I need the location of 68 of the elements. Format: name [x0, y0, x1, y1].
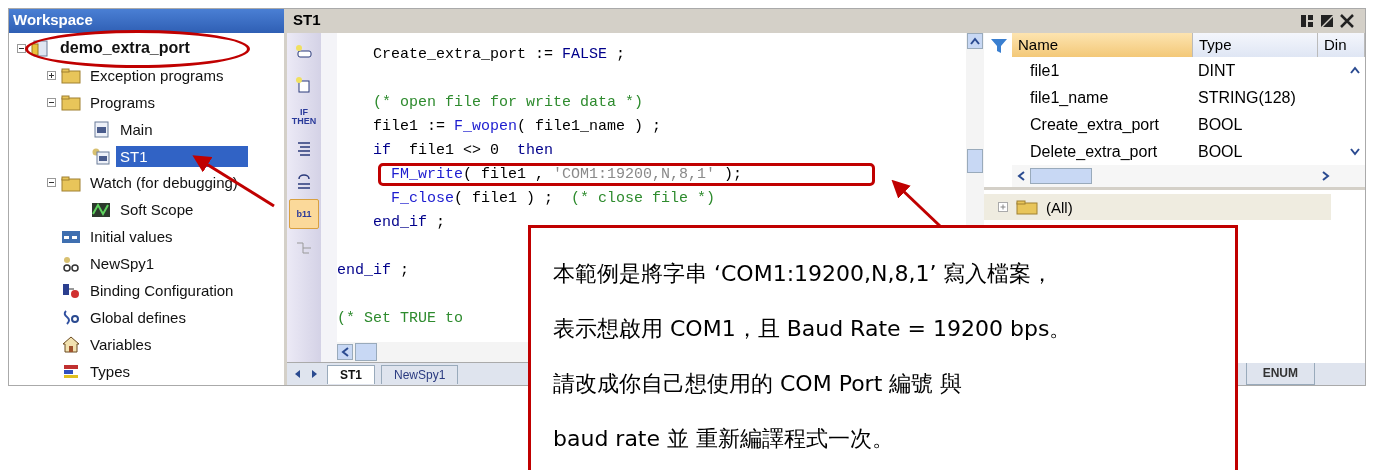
tree-item[interactable]: Programs [86, 91, 160, 113]
expander-icon[interactable] [47, 97, 56, 107]
column-header[interactable]: Name [1012, 33, 1193, 57]
item-icon [61, 254, 81, 273]
item-icon [61, 362, 81, 381]
tree-item[interactable]: Exception programs [86, 64, 228, 86]
scroll-right-icon[interactable] [1321, 170, 1331, 182]
tree-item[interactable]: demo_extra_port [56, 37, 194, 60]
item-icon [61, 281, 81, 300]
editor-tab[interactable]: NewSpy1 [381, 364, 459, 384]
table-cell-text: Create_extra_port [1029, 115, 1160, 134]
scroll-down-icon[interactable] [1349, 147, 1361, 157]
table-cell-text: file1_name [1029, 88, 1110, 107]
wave-icon [91, 200, 111, 219]
scroll-up-icon[interactable] [967, 33, 983, 49]
code-line: end_if ; [336, 260, 411, 281]
item-icon [91, 147, 111, 165]
tree-item[interactable]: Binding Configuration [86, 279, 238, 301]
editor-tab[interactable]: ST1 [327, 364, 375, 384]
expander-icon[interactable] [47, 70, 56, 80]
code-line: (* Set TRUE to [336, 308, 465, 329]
tree-item[interactable]: Watch (for debugging) [86, 172, 242, 194]
tree-item[interactable]: Main [116, 118, 157, 140]
toolbar-button[interactable]: b11 [289, 199, 319, 229]
toolbar-button[interactable]: IF THEN [290, 103, 318, 131]
item-icon [31, 39, 51, 58]
scroll-left-icon[interactable] [337, 344, 353, 360]
code-line: Create_extra_port := FALSE ; [372, 44, 627, 65]
item-icon [91, 120, 111, 139]
tree-item[interactable]: Initial values [86, 226, 177, 248]
tree-item[interactable]: Types [86, 360, 135, 382]
table-cell-text: BOOL [1197, 142, 1243, 161]
table-cell-text: Delete_extra_port [1029, 142, 1159, 161]
column-header[interactable]: Type [1193, 33, 1318, 57]
item-icon [61, 308, 81, 327]
folder-icon [61, 173, 81, 192]
code-line: if file1 <> 0 then [372, 140, 555, 161]
filter-icon[interactable] [990, 37, 1008, 55]
folder-icon [61, 66, 81, 85]
tree-item[interactable]: Variables [86, 333, 156, 355]
code-line: (* open file for write data *) [372, 92, 645, 113]
table-cell-text: file1 [1029, 61, 1061, 80]
group-label[interactable]: (All) [1046, 198, 1073, 216]
editor-title: ST1 [287, 9, 984, 33]
code-line: end_if ; [372, 212, 447, 233]
table-cell-text: DINT [1197, 61, 1236, 80]
scrollbar-thumb[interactable] [1030, 168, 1092, 184]
tree-item[interactable]: Soft Scope [116, 199, 198, 221]
scrollbar-thumb[interactable] [355, 343, 377, 361]
callout-text: 本範例是將字串 ‘COM1:19200,N,8,1’ 寫入檔案， 表示想啟用 COM1，且 Baud Rate = 19200 bps。 請改成你自己想使用的 COM Port 編號 與 baud rate 並 重新編譯程式一次。 [552, 260, 1073, 453]
column-header[interactable]: Din [1318, 33, 1365, 57]
code-line: file1 := F_wopen( file1_name ) ; [372, 116, 663, 137]
expander-icon[interactable] [17, 43, 26, 53]
tree-item[interactable]: Global defines [86, 306, 190, 328]
table-cell-text: BOOL [1197, 115, 1243, 134]
expander-icon[interactable] [47, 178, 56, 188]
scroll-left-icon[interactable] [1016, 170, 1026, 182]
tree-item[interactable]: ST1 [116, 145, 248, 167]
tree-item[interactable]: NewSpy1 [86, 253, 159, 275]
folder-icon [61, 93, 81, 112]
house-icon [61, 335, 81, 354]
table-cell-text: STRING(128) [1197, 88, 1296, 107]
folder-icon [1016, 199, 1038, 215]
scrollbar-thumb[interactable] [967, 149, 983, 173]
scroll-up-icon[interactable] [1349, 65, 1361, 75]
panel-tab[interactable]: ENUM [1245, 363, 1315, 385]
code-line: F_close( file1 ) ; (* close file *) [390, 188, 717, 209]
workspace-title: Workspace [9, 9, 284, 33]
